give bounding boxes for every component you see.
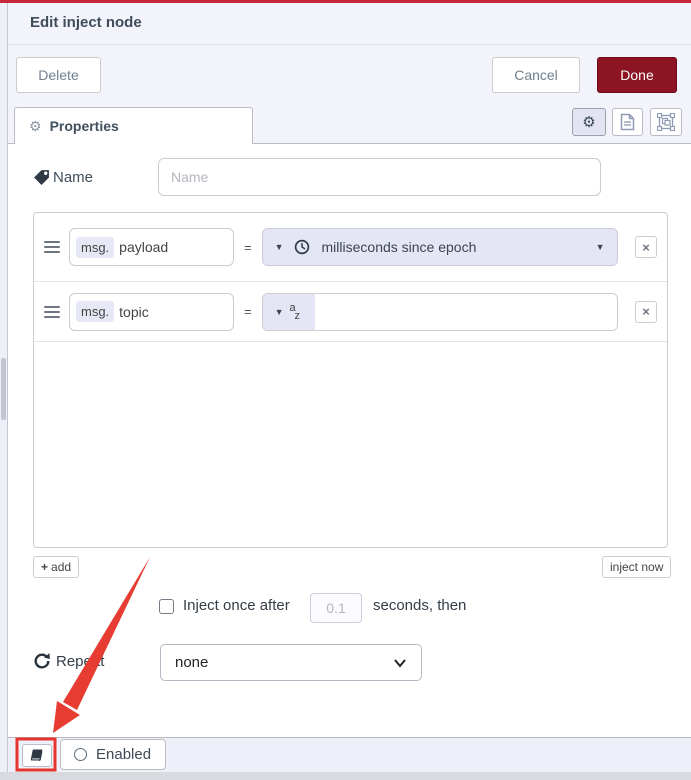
bottom-strip [0, 772, 691, 780]
inject-now-label: inject now [610, 560, 664, 574]
msg-property-field-topic[interactable]: msg. [69, 292, 234, 331]
done-button[interactable]: Done [597, 57, 677, 93]
document-icon [620, 113, 635, 131]
name-tag-icon [34, 170, 49, 185]
inject-properties-list: msg. = ▼ milliseconds since epoch ▼ × ms… [33, 212, 668, 548]
repeat-selected-option: none [175, 654, 209, 671]
msg-property-input-payload[interactable] [119, 239, 210, 255]
msg-prefix-chip: msg. [76, 301, 115, 322]
timestamp-clock-icon [294, 239, 310, 255]
plus-icon: + [41, 560, 49, 574]
book-icon [30, 749, 43, 761]
topic-value-field: ▼ az [261, 292, 618, 331]
dropdown-caret-icon: ▼ [595, 242, 605, 252]
msg-property-input-topic[interactable] [119, 303, 210, 320]
chevron-down-icon [393, 658, 407, 668]
node-help-book-button[interactable] [22, 744, 52, 767]
seconds-then-label: seconds, then [373, 597, 467, 614]
msg-prefix-chip: msg. [76, 236, 115, 258]
equals-sign: = [244, 304, 252, 319]
property-row-topic: msg. = ▼ az × [34, 282, 667, 342]
msg-property-field-payload[interactable]: msg. [69, 228, 234, 266]
type-caret-icon: ▼ [274, 306, 284, 317]
repeat-select[interactable]: none [160, 644, 422, 681]
title-divider [8, 44, 691, 45]
enabled-label: Enabled [96, 746, 152, 763]
drag-handle-icon[interactable] [44, 305, 60, 318]
cancel-button[interactable]: Cancel [492, 57, 580, 93]
enabled-status-icon [74, 748, 87, 761]
topic-type-dropdown[interactable]: ▼ az [262, 293, 315, 330]
payload-type-label: milliseconds since epoch [321, 239, 477, 255]
payload-type-dropdown[interactable]: ▼ milliseconds since epoch ▼ [261, 228, 618, 266]
group-selection-icon [657, 113, 675, 131]
tab-properties[interactable]: ⚙ Properties [14, 107, 253, 144]
inject-now-button[interactable]: inject now [602, 556, 672, 578]
inject-once-delay-input[interactable] [310, 593, 362, 623]
node-properties-tab-button[interactable]: ⚙ [572, 108, 606, 136]
drag-handle-icon[interactable] [44, 241, 60, 253]
add-property-button[interactable]: + add [33, 556, 80, 578]
repeat-label: Repeat [56, 653, 105, 670]
scrollbar-thumb[interactable] [1, 358, 6, 420]
gear-icon: ⚙ [582, 114, 596, 131]
tab-properties-label: Properties [49, 118, 119, 134]
node-enabled-toggle[interactable]: Enabled [60, 739, 166, 770]
topic-value-input[interactable] [314, 293, 617, 330]
delete-button[interactable]: Delete [16, 57, 101, 93]
properties-gear-icon: ⚙ [29, 117, 42, 134]
repeat-refresh-icon [34, 653, 50, 669]
inject-once-checkbox[interactable] [159, 599, 174, 614]
name-field-label: Name [53, 169, 94, 186]
add-button-label: add [51, 560, 72, 574]
property-row-payload: msg. = ▼ milliseconds since epoch ▼ × [34, 213, 667, 282]
remove-row-button[interactable]: × [635, 236, 657, 258]
description-tab-button[interactable] [612, 108, 643, 136]
type-caret-icon: ▼ [274, 242, 284, 252]
appearance-tab-button[interactable] [650, 108, 682, 136]
remove-row-button[interactable]: × [635, 300, 657, 323]
inject-once-label: Inject once after [183, 597, 290, 614]
equals-sign: = [244, 239, 252, 255]
name-input[interactable] [158, 158, 601, 196]
dialog-title: Edit inject node [30, 14, 142, 31]
string-type-icon: az [289, 301, 301, 322]
